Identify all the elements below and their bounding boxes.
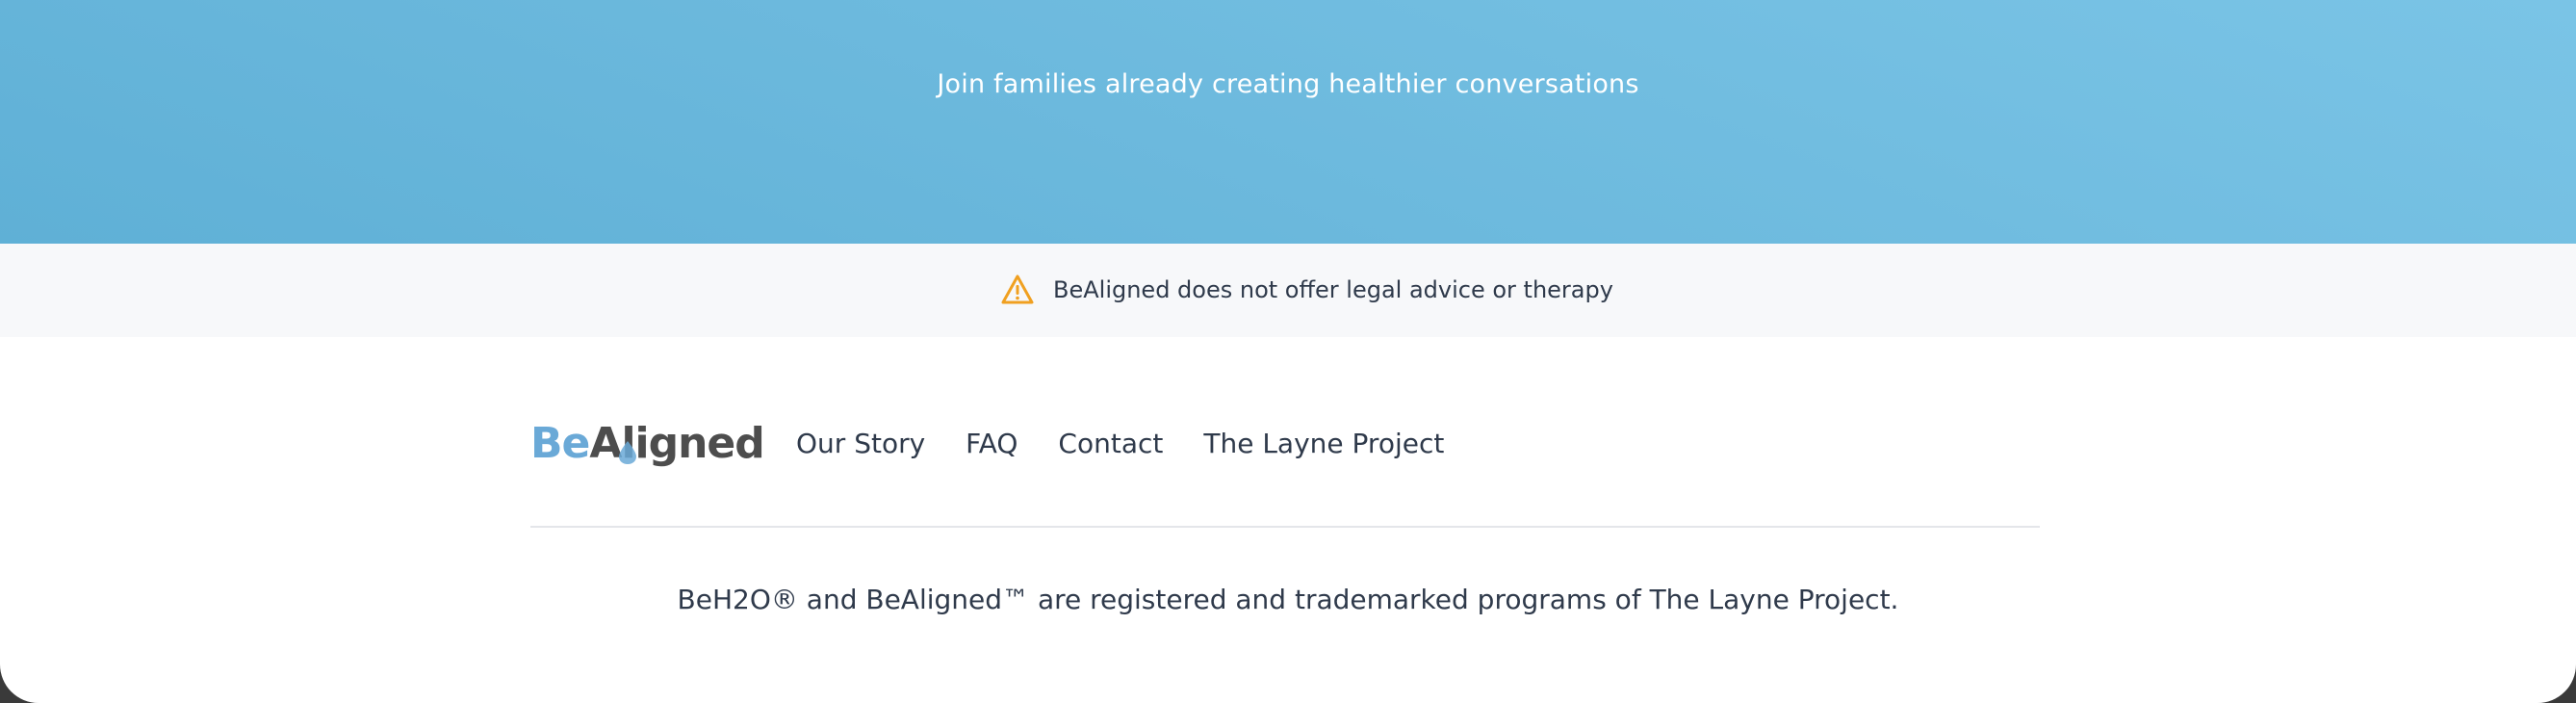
cta-hero-banner: Join families already creating healthier… — [0, 0, 2576, 244]
nav-link-contact[interactable]: Contact — [1058, 428, 1163, 459]
footer-divider — [530, 526, 2040, 528]
footer-nav-links: Our Story FAQ Contact The Layne Project — [796, 428, 1484, 459]
nav-link-faq[interactable]: FAQ — [966, 428, 1018, 459]
logo-be: Be — [530, 418, 590, 468]
disclaimer-bar: BeAligned does not offer legal advice or… — [0, 244, 2576, 337]
nav-link-layne-project[interactable]: The Layne Project — [1203, 428, 1444, 459]
legal-notice: BeH2O® and BeAligned™ are registered and… — [677, 584, 1899, 615]
page: Join families already creating healthier… — [0, 0, 2576, 703]
disclaimer-text: BeAligned does not offer legal advice or… — [1053, 276, 1613, 303]
disclaimer-content: BeAligned does not offer legal advice or… — [1001, 273, 1613, 307]
warning-triangle-icon — [1001, 273, 1034, 306]
hero-tagline: Join families already creating healthier… — [937, 69, 1639, 99]
bealigned-logo[interactable]: Be Aligned — [530, 414, 765, 472]
footer-nav: Be Aligned Our Story FAQ Contact The Layn… — [530, 414, 1484, 472]
nav-link-our-story[interactable]: Our Story — [796, 428, 925, 459]
logo-water-drop-icon — [619, 441, 636, 464]
